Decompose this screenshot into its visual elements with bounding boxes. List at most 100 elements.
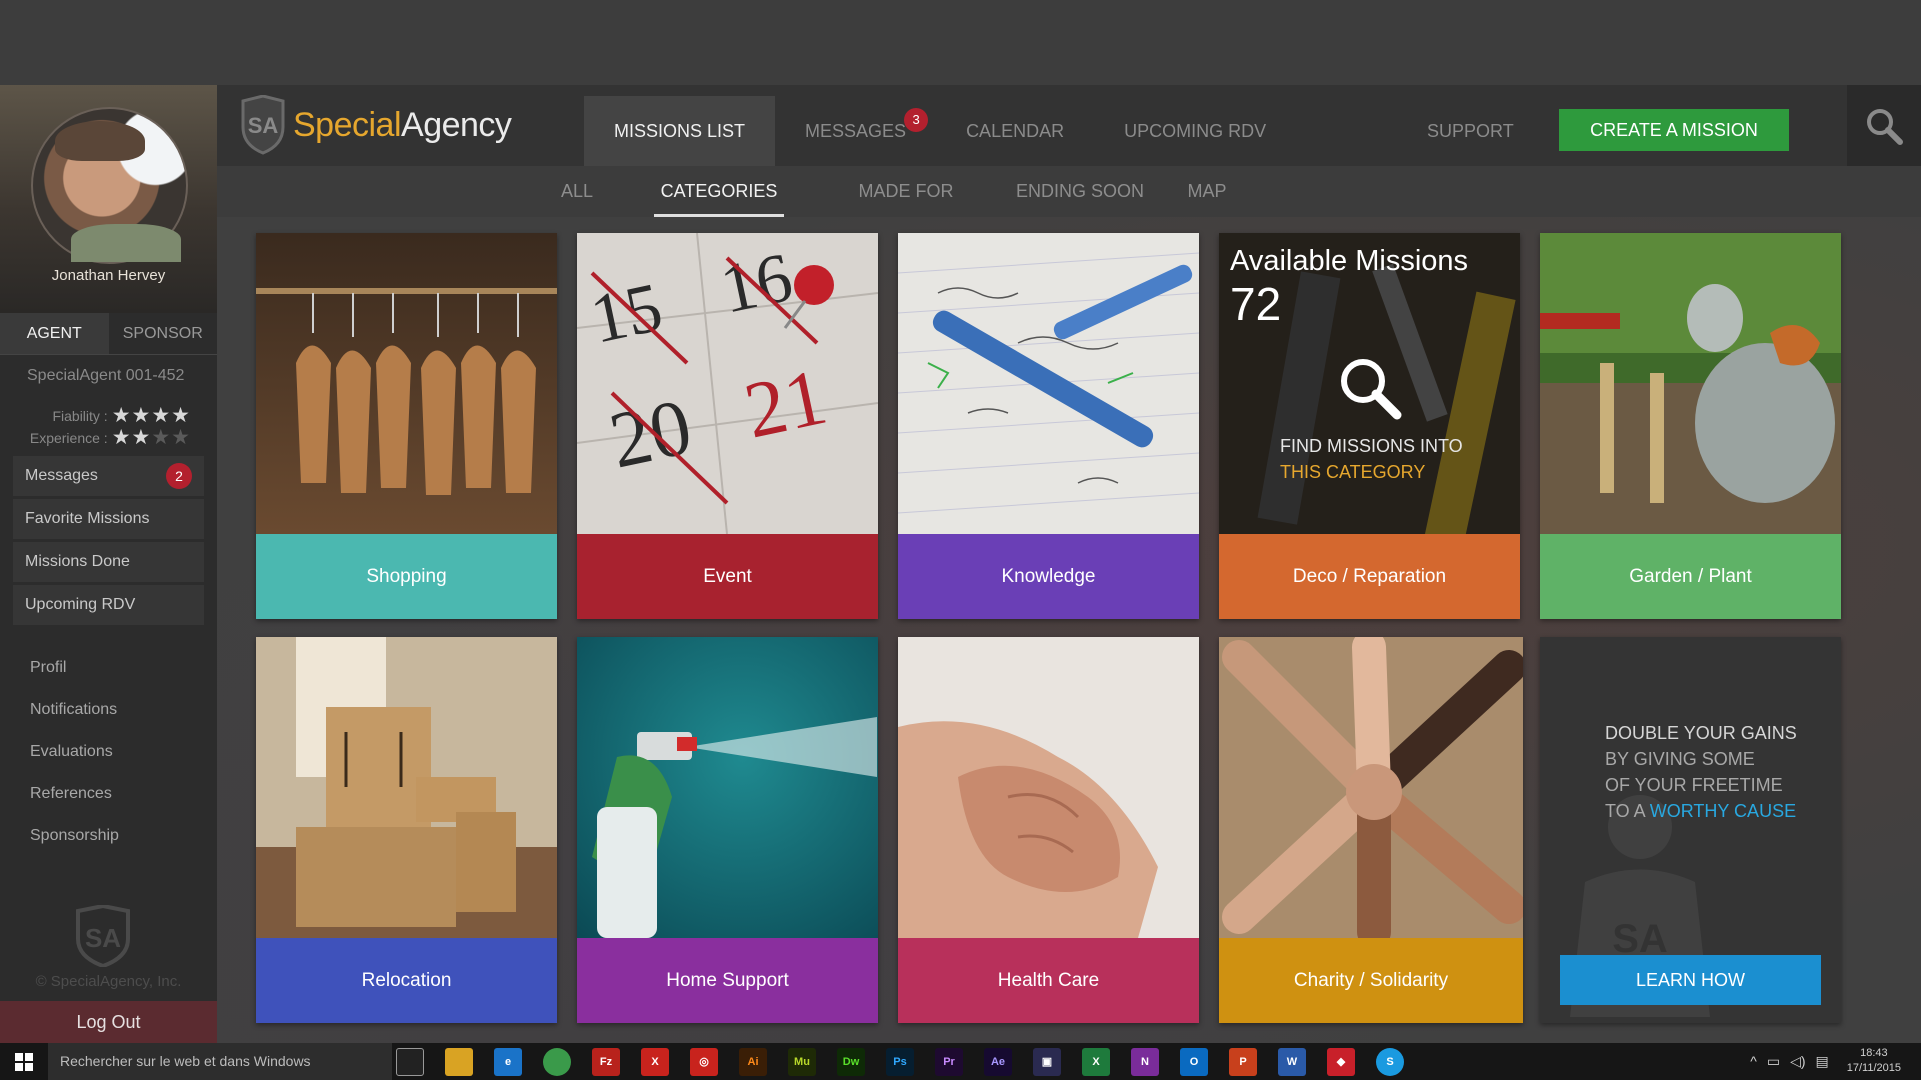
category-label: Deco / Reparation bbox=[1219, 534, 1520, 619]
subtab-categories[interactable]: CATEGORIES bbox=[654, 166, 784, 217]
category-card-home-support[interactable]: Home Support bbox=[577, 637, 878, 1023]
excel-icon[interactable]: X bbox=[1082, 1048, 1110, 1076]
brand-part2: Agency bbox=[401, 105, 512, 144]
star-filled-icon: ★ bbox=[171, 404, 191, 427]
create-mission-button[interactable]: CREATE A MISSION bbox=[1559, 109, 1789, 151]
subtab-ending-soon[interactable]: ENDING SOON bbox=[1010, 166, 1150, 217]
app-icon-dark[interactable]: ▣ bbox=[1033, 1048, 1061, 1076]
shopping-image bbox=[256, 233, 557, 534]
nav-messages[interactable]: MESSAGES 3 bbox=[775, 96, 936, 166]
task-view-icon[interactable] bbox=[396, 1048, 424, 1076]
taskbar-apps: e Fz X ◎ Ai Mu Dw Ps Pr Ae ▣ X N O P W ◆… bbox=[396, 1048, 1425, 1076]
clock[interactable]: 18:43 17/11/2015 bbox=[1847, 1046, 1901, 1076]
logout-button[interactable]: Log Out bbox=[0, 1001, 217, 1043]
menu-item-references[interactable]: References bbox=[0, 773, 217, 815]
menu-item-messages[interactable]: Messages 2 bbox=[13, 456, 204, 496]
event-image: 15 16 20 21 bbox=[577, 233, 878, 534]
notification-icon[interactable]: ▤ bbox=[1816, 1053, 1829, 1070]
menu-item-label: Messages bbox=[25, 467, 98, 484]
menu-item-missions-done[interactable]: Missions Done bbox=[13, 542, 204, 582]
search-icon bbox=[1341, 359, 1402, 420]
copyright: © SpecialAgency, Inc. bbox=[35, 973, 182, 990]
premiere-icon[interactable]: Pr bbox=[935, 1048, 963, 1076]
promo-line1: DOUBLE YOUR GAINS bbox=[1605, 723, 1797, 743]
star-empty-icon: ★ bbox=[171, 426, 191, 449]
category-card-shopping[interactable]: Shopping bbox=[256, 233, 557, 619]
nav-calendar[interactable]: CALENDAR bbox=[936, 96, 1094, 166]
menu-item-evaluations[interactable]: Evaluations bbox=[0, 731, 217, 773]
file-explorer-icon[interactable] bbox=[445, 1048, 473, 1076]
subtab-map[interactable]: MAP bbox=[1182, 166, 1232, 217]
windows-taskbar: Rechercher sur le web et dans Windows e … bbox=[0, 1043, 1921, 1080]
category-card-relocation[interactable]: Relocation bbox=[256, 637, 557, 1023]
tab-sponsor[interactable]: SPONSOR bbox=[109, 313, 218, 354]
xmind-icon[interactable]: X bbox=[641, 1048, 669, 1076]
menu-item-notifications[interactable]: Notifications bbox=[0, 689, 217, 731]
category-subnav: ALL CATEGORIES MADE FOR ME ENDING SOON M… bbox=[217, 166, 1921, 251]
subtab-all[interactable]: ALL bbox=[557, 166, 597, 217]
category-card-knowledge[interactable]: Knowledge bbox=[898, 233, 1199, 619]
home-support-image bbox=[577, 637, 878, 938]
chrome-icon[interactable] bbox=[543, 1048, 571, 1076]
category-card-garden-plant[interactable]: Garden / Plant bbox=[1540, 233, 1841, 619]
word-icon[interactable]: W bbox=[1278, 1048, 1306, 1076]
clock-time: 18:43 bbox=[1860, 1047, 1888, 1059]
outlook-icon[interactable]: O bbox=[1180, 1048, 1208, 1076]
nav-upcoming-rdv[interactable]: UPCOMING RDV bbox=[1094, 96, 1296, 166]
start-button[interactable] bbox=[0, 1043, 48, 1080]
star-filled-icon: ★ bbox=[131, 426, 152, 449]
brand-part1: Special bbox=[293, 105, 402, 144]
search-button[interactable] bbox=[1847, 85, 1921, 166]
chevron-up-icon[interactable]: ^ bbox=[1750, 1053, 1757, 1069]
system-tray: ^ ▭ ◁) ▤ 18:43 17/11/2015 bbox=[1750, 1046, 1901, 1076]
brand-logo[interactable]: SA SpecialAgency bbox=[239, 95, 512, 155]
menu-item-label: Missions Done bbox=[25, 553, 130, 570]
star-filled-icon: ★ bbox=[151, 404, 172, 427]
tab-agent[interactable]: AGENT bbox=[0, 313, 109, 354]
category-card-health-care[interactable]: Health Care bbox=[898, 637, 1199, 1023]
nav-support[interactable]: SUPPORT bbox=[1427, 96, 1514, 166]
after-effects-icon[interactable]: Ae bbox=[984, 1048, 1012, 1076]
filezilla-icon[interactable]: Fz bbox=[592, 1048, 620, 1076]
edge-icon[interactable]: e bbox=[494, 1048, 522, 1076]
menu-item-upcoming-rdv[interactable]: Upcoming RDV bbox=[13, 585, 204, 625]
top-blank-area bbox=[0, 0, 1921, 85]
taskbar-search-box[interactable]: Rechercher sur le web et dans Windows bbox=[48, 1043, 392, 1080]
onenote-icon[interactable]: N bbox=[1131, 1048, 1159, 1076]
app-icon-cube[interactable]: ◆ bbox=[1327, 1048, 1355, 1076]
promo-highlight[interactable]: WORTHY CAUSE bbox=[1650, 801, 1796, 821]
learn-how-button[interactable]: LEARN HOW bbox=[1560, 955, 1821, 1005]
skype-icon[interactable]: S bbox=[1376, 1048, 1404, 1076]
menu-item-favorite-missions[interactable]: Favorite Missions bbox=[13, 499, 204, 539]
network-icon[interactable]: ▭ bbox=[1767, 1053, 1780, 1070]
illustrator-icon[interactable]: Ai bbox=[739, 1048, 767, 1076]
agent-id: SpecialAgent 001-452 bbox=[27, 367, 185, 384]
muse-icon[interactable]: Mu bbox=[788, 1048, 816, 1076]
photoshop-icon[interactable]: Ps bbox=[886, 1048, 914, 1076]
avatar[interactable] bbox=[31, 107, 188, 264]
charity-image bbox=[1219, 637, 1523, 938]
menu-item-profil[interactable]: Profil bbox=[0, 647, 217, 689]
available-missions-title: Available Missions bbox=[1230, 245, 1469, 277]
promo-text: DOUBLE YOUR GAINS BY GIVING SOME OF YOUR… bbox=[1605, 720, 1797, 824]
volume-icon[interactable]: ◁) bbox=[1790, 1053, 1805, 1070]
find-missions-line2[interactable]: THIS CATEGORY bbox=[1280, 459, 1463, 485]
subtab-made-for-me[interactable]: MADE FOR ME bbox=[843, 166, 969, 251]
star-empty-icon: ★ bbox=[151, 426, 172, 449]
powerpoint-icon[interactable]: P bbox=[1229, 1048, 1257, 1076]
category-label: Home Support bbox=[577, 938, 878, 1023]
category-card-charity-solidarity[interactable]: Charity / Solidarity bbox=[1219, 637, 1523, 1023]
nav-missions-list[interactable]: MISSIONS LIST bbox=[584, 96, 776, 166]
sa-shield-icon: SA bbox=[241, 95, 285, 155]
ratings: Fiability : ★★★★ Experience : ★★★★ bbox=[0, 400, 217, 456]
messages-count-badge: 2 bbox=[166, 463, 192, 489]
sidebar-logo-watermark: SA bbox=[76, 905, 130, 967]
app-icon-red[interactable]: ◎ bbox=[690, 1048, 718, 1076]
category-card-event[interactable]: 15 16 20 21 Event bbox=[577, 233, 878, 619]
promo-line3: OF YOUR FREETIME bbox=[1605, 775, 1783, 795]
health-care-image bbox=[898, 637, 1199, 938]
dreamweaver-icon[interactable]: Dw bbox=[837, 1048, 865, 1076]
menu-item-sponsorship[interactable]: Sponsorship bbox=[0, 815, 217, 857]
sidebar: Jonathan Hervey AGENT SPONSOR SpecialAge… bbox=[0, 85, 217, 1043]
category-card-deco-reparation[interactable]: Available Missions 72 FIND MISSIONS INTO… bbox=[1219, 233, 1520, 619]
